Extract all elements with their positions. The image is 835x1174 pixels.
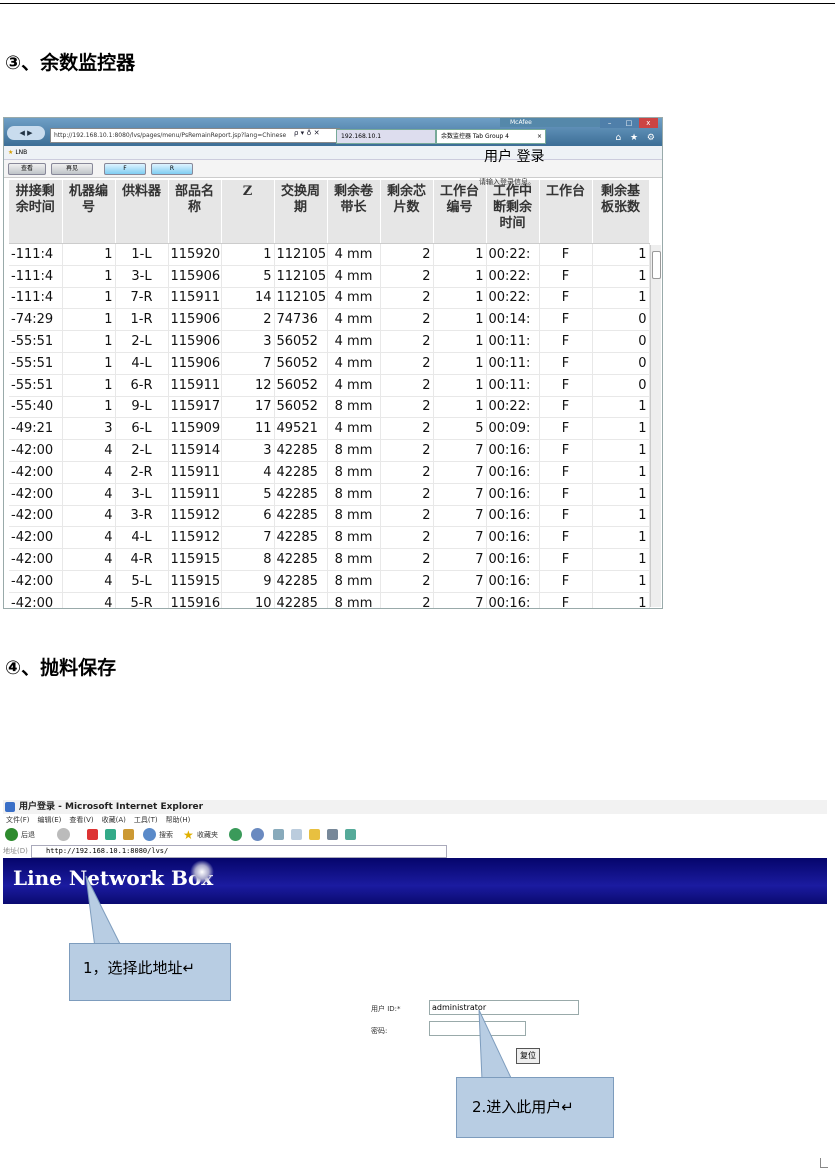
callout-select-address: 1，选择此地址↵ <box>69 943 231 1001</box>
callout1-tail <box>85 875 123 949</box>
callout-enter-user: 2.进入此用户↵ <box>456 1077 614 1138</box>
callout2-tail <box>478 1009 513 1081</box>
page-corner-mark <box>820 1158 828 1168</box>
